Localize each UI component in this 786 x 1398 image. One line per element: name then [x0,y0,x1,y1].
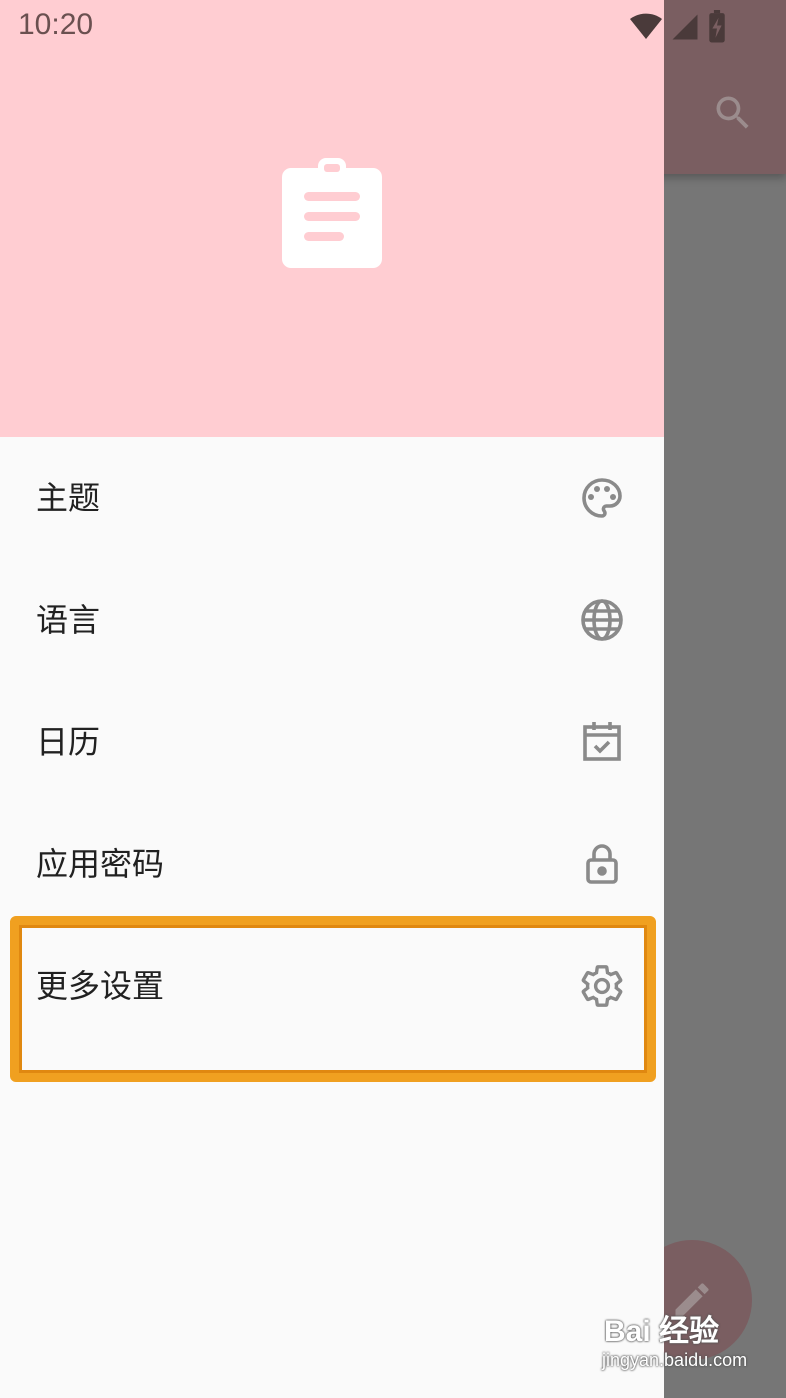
status-bar: 10:20 [0,0,786,56]
menu-item-label: 应用密码 [36,845,165,883]
status-time: 10:20 [18,8,94,41]
wifi-icon [628,11,664,47]
menu-item-label: 更多设置 [36,967,165,1005]
calendar-check-icon [578,718,626,766]
menu-item-label: 日历 [36,723,101,761]
status-icons [628,10,728,48]
gear-icon [578,962,626,1010]
globe-icon [578,596,626,644]
menu-item-label: 语言 [36,601,101,639]
menu-item-language[interactable]: 语言 [0,559,664,681]
menu-item-app-password[interactable]: 应用密码 [0,803,664,925]
lock-icon [578,840,626,888]
watermark-logo: Bai 经验 jingyan.baidu.com [600,1306,780,1386]
palette-icon [578,474,626,522]
search-icon[interactable] [708,88,758,138]
menu-item-label: 主题 [36,479,101,517]
clipboard-icon [280,156,384,270]
watermark-sub: jingyan.baidu.com [602,1350,748,1370]
navigation-drawer: 主题 语言 日历 应用密码 更多设置 [0,0,664,1398]
battery-charging-icon [706,10,728,48]
menu-item-calendar[interactable]: 日历 [0,681,664,803]
signal-icon [670,12,700,46]
menu-item-theme[interactable]: 主题 [0,437,664,559]
menu-item-more-settings[interactable]: 更多设置 [0,925,664,1047]
watermark-main: Bai 经验 [604,1315,720,1348]
drawer-header [0,0,664,437]
